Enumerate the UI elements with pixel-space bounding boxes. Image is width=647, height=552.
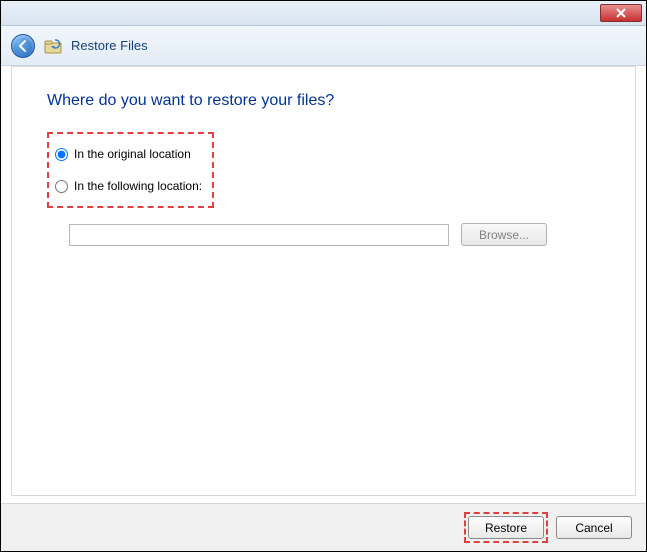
- close-icon: [615, 8, 627, 18]
- radio-original-label: In the original location: [74, 147, 191, 161]
- location-input-row: Browse...: [69, 223, 600, 246]
- cancel-button[interactable]: Cancel: [556, 516, 632, 539]
- header-bar: Restore Files: [1, 26, 646, 66]
- back-button[interactable]: [11, 34, 35, 58]
- radio-row-following: In the following location:: [55, 179, 202, 193]
- footer-bar: Restore Cancel: [1, 503, 646, 551]
- main-heading: Where do you want to restore your files?: [47, 92, 600, 110]
- location-radio-group: In the original location In the followin…: [47, 132, 214, 208]
- location-path-input[interactable]: [69, 224, 449, 246]
- restore-icon: [43, 37, 63, 55]
- titlebar: [1, 1, 646, 26]
- radio-following-location[interactable]: [55, 180, 68, 193]
- restore-button[interactable]: Restore: [468, 516, 544, 539]
- radio-original-location[interactable]: [55, 148, 68, 161]
- restore-highlight: Restore: [464, 512, 548, 543]
- radio-following-label: In the following location:: [74, 179, 202, 193]
- browse-button: Browse...: [461, 223, 547, 246]
- restore-files-window: Restore Files Where do you want to resto…: [0, 0, 647, 552]
- radio-row-original: In the original location: [55, 147, 202, 161]
- header-title: Restore Files: [71, 38, 148, 53]
- close-button[interactable]: [600, 4, 642, 22]
- back-arrow-icon: [16, 39, 30, 53]
- content-area: Where do you want to restore your files?…: [11, 66, 636, 496]
